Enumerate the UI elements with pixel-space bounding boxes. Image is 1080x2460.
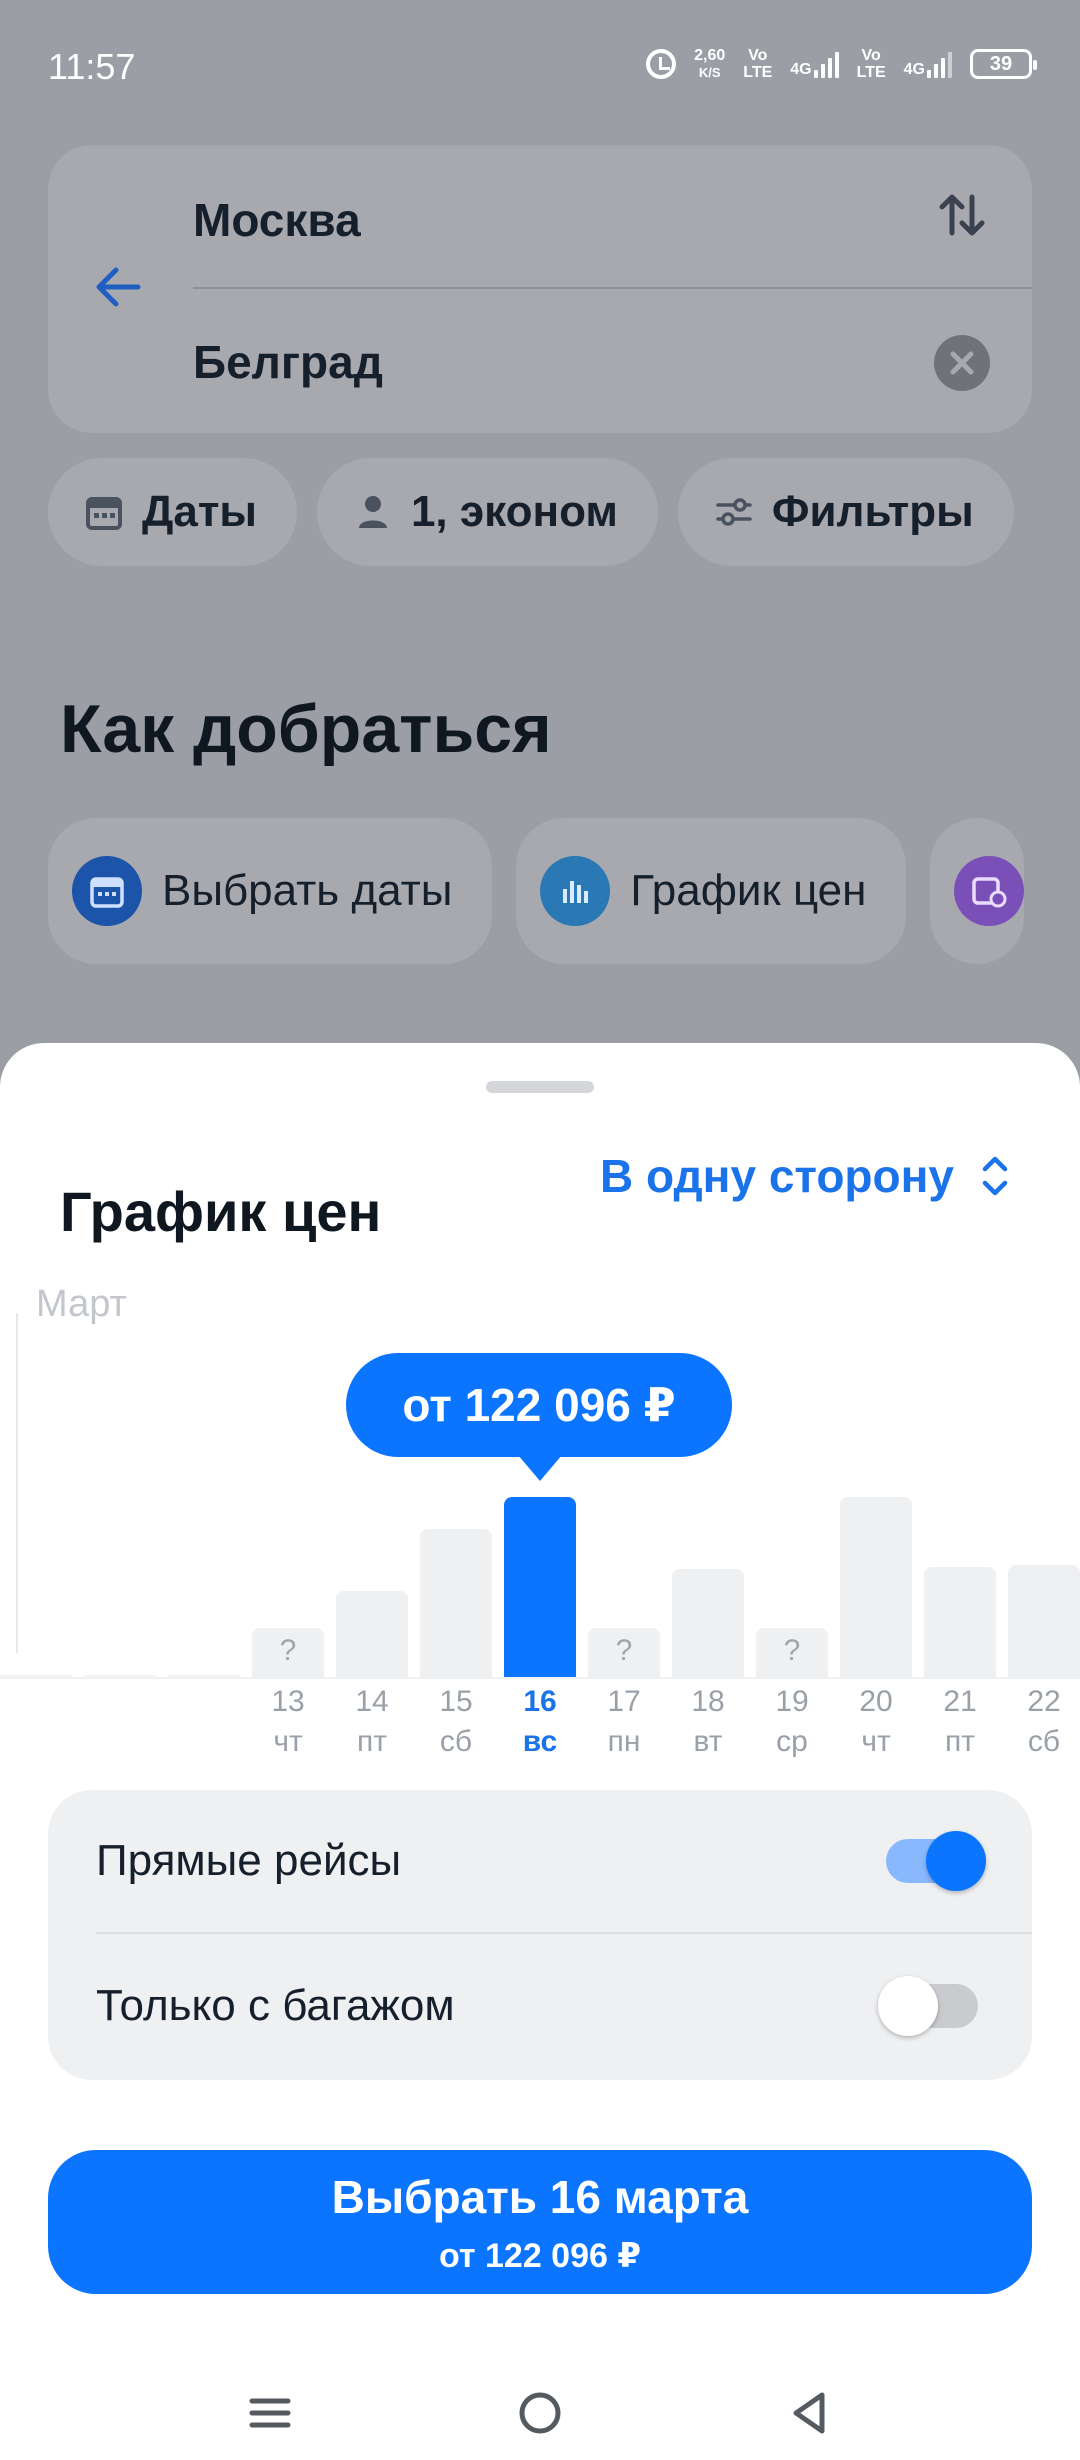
select-date-button[interactable]: Выбрать 16 марта от 122 096 ₽ [48, 2150, 1032, 2294]
toggle-knob [926, 1831, 986, 1891]
trip-mode-label: В одну сторону [599, 1150, 954, 1202]
calendar-icon [86, 497, 122, 530]
month-divider [16, 1313, 18, 1653]
clear-icon[interactable] [934, 335, 990, 391]
day-number-label: 18 [691, 1685, 725, 1718]
price-chart-label: График цен [630, 866, 867, 915]
price-bar[interactable] [840, 1497, 912, 1677]
price-bar[interactable] [504, 1497, 576, 1677]
baggage-row[interactable]: Только с багажом [96, 1934, 1032, 2078]
weekday-label: вс [522, 1725, 558, 1758]
filters-chip[interactable]: Фильтры [677, 458, 1014, 566]
status-bar: 11:57 2,60 K/S Vo LTE 4G Vo LTE 4G 39 [0, 0, 1080, 130]
volte-2: Vo LTE [856, 47, 886, 81]
volte-1: Vo LTE [743, 47, 773, 81]
route-divider [193, 287, 1032, 289]
chevron-up-down-icon [982, 1156, 1008, 1196]
weekday-label: чт [861, 1725, 891, 1758]
price-bar[interactable] [1008, 1565, 1080, 1677]
pick-dates-action[interactable]: Выбрать даты [48, 818, 493, 964]
sheet-title: График цен [60, 1180, 382, 1243]
home-icon[interactable] [510, 2383, 570, 2443]
section-title: Как добраться [60, 691, 552, 767]
day-number-label: 19 [775, 1685, 809, 1718]
price-bar[interactable] [420, 1529, 492, 1677]
direct-flights-label: Прямые рейсы [96, 1836, 402, 1885]
direct-flights-toggle[interactable] [886, 1831, 986, 1891]
direct-flights-row[interactable]: Прямые рейсы [96, 1790, 1032, 1934]
weekday-label: чт [273, 1725, 303, 1758]
route-card: Москва Белград [48, 145, 1032, 433]
empty-bar [84, 1675, 156, 1677]
signal-1: 4G [790, 50, 839, 78]
back-arrow-icon[interactable] [88, 257, 148, 317]
origin-field[interactable]: Москва [193, 193, 361, 247]
passengers-chip[interactable]: 1, эконом [316, 458, 658, 566]
dates-chip-label: Даты [142, 487, 257, 536]
system-nav-bar [0, 2383, 1080, 2460]
filters-chip-label: Фильтры [771, 487, 974, 536]
toggle-knob [878, 1976, 938, 2036]
select-date-label: Выбрать 16 марта [331, 2171, 749, 2223]
passengers-chip-label: 1, эконом [410, 487, 618, 536]
day-number-label: 16 [523, 1685, 557, 1718]
price-chart[interactable]: Март от 122 096 ₽ ? 13 чт 14 пт 15 сб 16 вс? 17 пн… [0, 1283, 1080, 1763]
person-icon [358, 496, 387, 528]
battery-icon: 39 [970, 49, 1037, 79]
day-number-label: 15 [439, 1685, 473, 1718]
day-number-label: 13 [271, 1685, 305, 1718]
unknown-price-marker: ? [783, 1634, 801, 1667]
more-action[interactable] [930, 818, 1025, 964]
month-label: Март [36, 1283, 127, 1325]
price-bar[interactable] [924, 1567, 996, 1677]
unknown-price-marker: ? [615, 1634, 633, 1667]
filter-options: Прямые рейсы Только с багажом [48, 1790, 1032, 2080]
trip-mode-select[interactable]: В одну сторону [600, 1149, 1010, 1203]
search-chips: Даты 1, эконом Фильтры [48, 458, 1014, 566]
destination-field[interactable]: Белград [193, 335, 383, 389]
price-chart-action[interactable]: График цен [516, 818, 907, 964]
sliders-icon [716, 498, 752, 526]
price-tooltip: от 122 096 ₽ [346, 1353, 732, 1481]
weekday-label: пт [945, 1725, 975, 1758]
menu-icon[interactable] [240, 2383, 300, 2443]
baggage-toggle[interactable] [878, 1976, 978, 2036]
weekday-label: ср [776, 1725, 808, 1758]
signal-2: 4G [904, 50, 952, 78]
baggage-label: Только с багажом [96, 1981, 455, 2030]
signal-bars-icon [927, 50, 952, 78]
weekday-label: вт [693, 1725, 723, 1758]
calendar-clock-icon [954, 856, 1025, 926]
price-bar[interactable] [336, 1591, 408, 1677]
price-chart-sheet: График цен В одну сторону Март от 122 09… [0, 1043, 1080, 2460]
select-date-price: от 122 096 ₽ [438, 2237, 642, 2275]
chart-baseline [0, 1677, 1080, 1679]
sheet-handle[interactable] [486, 1081, 594, 1093]
weekday-label: пт [357, 1725, 387, 1758]
day-number-label: 20 [859, 1685, 893, 1718]
status-time: 11:57 [48, 46, 136, 87]
day-number-label: 14 [355, 1685, 389, 1718]
price-bar[interactable] [672, 1569, 744, 1677]
back-icon[interactable] [780, 2383, 840, 2443]
day-number-label: 21 [943, 1685, 977, 1718]
unknown-price-marker: ? [279, 1634, 297, 1667]
alarm-icon [646, 49, 677, 79]
dates-chip[interactable]: Даты [48, 458, 297, 566]
signal-bars-icon [813, 50, 839, 78]
weekday-label: сб [1027, 1725, 1061, 1758]
day-number-label: 22 [1027, 1685, 1061, 1718]
weekday-label: пн [607, 1725, 641, 1758]
network-speed: 2,60 K/S [694, 47, 726, 80]
empty-bar [168, 1675, 240, 1677]
status-icons: 2,60 K/S Vo LTE 4G Vo LTE 4G 39 [646, 44, 1037, 84]
quick-actions: Выбрать даты График цен [48, 818, 1025, 964]
weekday-label: сб [439, 1725, 473, 1758]
pick-dates-label: Выбрать даты [162, 866, 453, 915]
empty-bar [0, 1675, 72, 1677]
calendar-icon [72, 856, 142, 926]
bar-chart-icon [540, 856, 611, 926]
swap-icon[interactable] [932, 185, 992, 245]
day-number-label: 17 [607, 1685, 641, 1718]
